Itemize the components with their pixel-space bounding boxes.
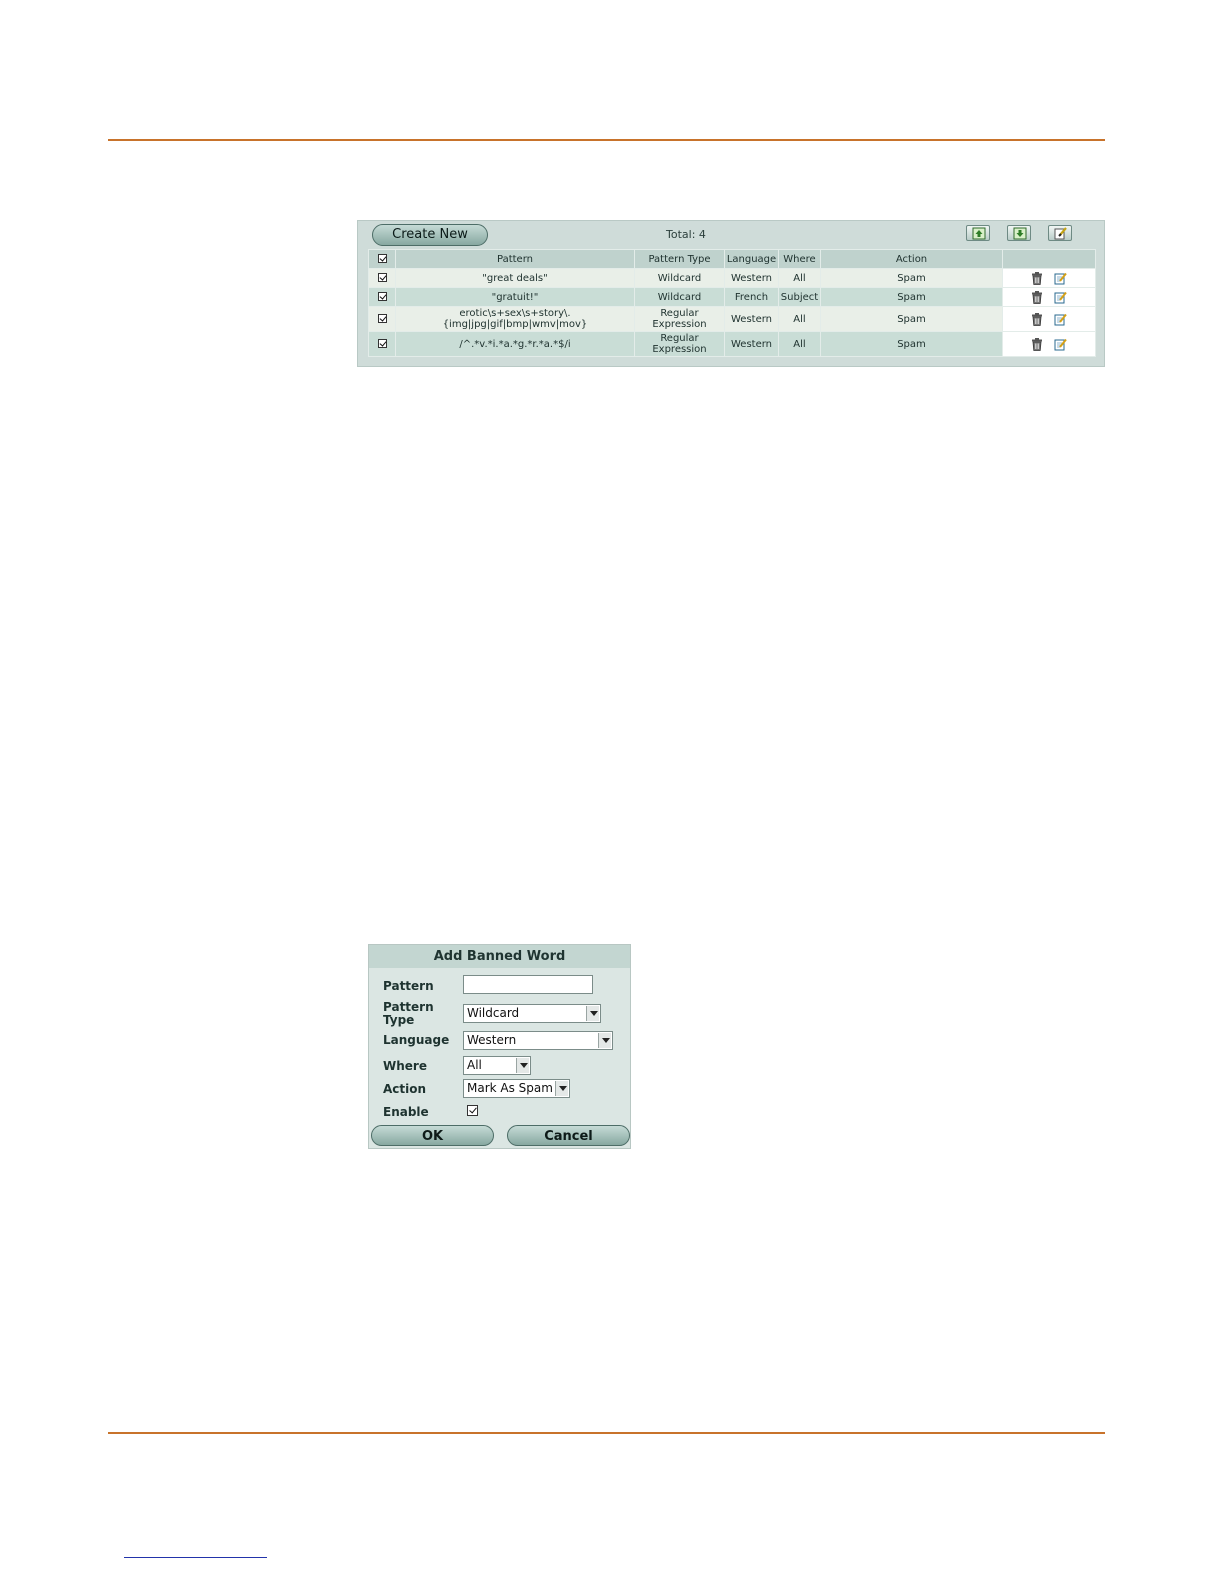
cell-pattern-type: Wildcard bbox=[634, 287, 725, 307]
row-actions bbox=[1002, 306, 1096, 332]
table-row: erotic\s+sex\s+story\. {img|jpg|gif|bmp|w… bbox=[368, 306, 1096, 332]
table-header-row: Pattern Pattern Type Language Where Acti… bbox=[368, 249, 1096, 269]
edit-icon[interactable] bbox=[1054, 338, 1067, 351]
cancel-button[interactable]: Cancel bbox=[507, 1125, 630, 1146]
footer-link-underline[interactable] bbox=[124, 1557, 267, 1558]
row-actions bbox=[1002, 268, 1096, 288]
delete-icon[interactable] bbox=[1031, 312, 1043, 326]
cell-pattern: "gratuit!" bbox=[395, 287, 635, 307]
language-value: Western bbox=[467, 1033, 517, 1047]
list-toolbar: Create New Total: 4 bbox=[358, 221, 1104, 249]
cell-pattern: erotic\s+sex\s+story\. {img|jpg|gif|bmp|w… bbox=[395, 306, 635, 332]
column-header-actions bbox=[1002, 249, 1096, 269]
where-select[interactable]: All bbox=[463, 1056, 531, 1075]
edit-icon[interactable] bbox=[1054, 291, 1067, 304]
cell-pattern-type: Regular Expression bbox=[634, 306, 725, 332]
row-actions bbox=[1002, 331, 1096, 357]
ok-button[interactable]: OK bbox=[371, 1125, 494, 1146]
action-value: Mark As Spam bbox=[467, 1081, 553, 1095]
row-checkbox[interactable] bbox=[368, 306, 396, 332]
chevron-down-icon[interactable] bbox=[598, 1033, 611, 1048]
pattern-input[interactable] bbox=[463, 975, 593, 994]
cell-where: All bbox=[778, 306, 821, 332]
cell-action: Spam bbox=[820, 268, 1003, 288]
language-label: Language bbox=[383, 1033, 450, 1047]
edit-icon[interactable] bbox=[1054, 313, 1067, 326]
cell-language: Western bbox=[724, 268, 779, 288]
cell-pattern: "great deals" bbox=[395, 268, 635, 288]
column-header-language[interactable]: Language bbox=[724, 249, 779, 269]
chevron-down-icon[interactable] bbox=[555, 1081, 568, 1096]
create-new-button[interactable]: Create New bbox=[372, 224, 488, 246]
table-row: "great deals" Wildcard Western All Spam bbox=[368, 268, 1096, 288]
where-value: All bbox=[467, 1058, 482, 1072]
footer-rule bbox=[108, 1432, 1105, 1434]
cell-where: Subject bbox=[778, 287, 821, 307]
add-banned-word-dialog: Add Banned Word Pattern Pattern Type Wild… bbox=[368, 944, 631, 1149]
row-actions bbox=[1002, 287, 1096, 307]
cell-language: Western bbox=[724, 331, 779, 357]
cell-pattern-type: Wildcard bbox=[634, 268, 725, 288]
row-checkbox[interactable] bbox=[368, 287, 396, 307]
row-checkbox[interactable] bbox=[368, 268, 396, 288]
cell-language: Western bbox=[724, 306, 779, 332]
pattern-type-select[interactable]: Wildcard bbox=[463, 1004, 601, 1023]
clear-icon[interactable] bbox=[1048, 225, 1072, 241]
total-count: Total: 4 bbox=[666, 228, 706, 241]
table-row: "gratuit!" Wildcard French Subject Spam bbox=[368, 287, 1096, 307]
delete-icon[interactable] bbox=[1031, 290, 1043, 304]
column-header-pattern[interactable]: Pattern bbox=[395, 249, 635, 269]
dialog-title: Add Banned Word bbox=[369, 945, 630, 968]
pattern-label: Pattern bbox=[383, 979, 434, 993]
cell-pattern: /^.*v.*i.*a.*g.*r.*a.*$/i bbox=[395, 331, 635, 357]
chevron-down-icon[interactable] bbox=[516, 1058, 529, 1073]
select-all-checkbox[interactable] bbox=[368, 249, 396, 269]
cell-action: Spam bbox=[820, 331, 1003, 357]
enable-label: Enable bbox=[383, 1105, 429, 1119]
language-select[interactable]: Western bbox=[463, 1031, 613, 1050]
action-select[interactable]: Mark As Spam bbox=[463, 1079, 570, 1098]
banned-word-table: Pattern Pattern Type Language Where Acti… bbox=[368, 249, 1096, 357]
action-label: Action bbox=[383, 1082, 427, 1096]
column-header-action[interactable]: Action bbox=[820, 249, 1003, 269]
column-header-pattern-type[interactable]: Pattern Type bbox=[634, 249, 725, 269]
edit-icon[interactable] bbox=[1054, 272, 1067, 285]
table-row: /^.*v.*i.*a.*g.*r.*a.*$/i Regular Express… bbox=[368, 331, 1096, 357]
where-label: Where bbox=[383, 1059, 427, 1073]
cell-pattern-type: Regular Expression bbox=[634, 331, 725, 357]
pattern-type-label: Pattern Type bbox=[383, 1000, 434, 1027]
row-checkbox[interactable] bbox=[368, 331, 396, 357]
banned-word-list-panel: Create New Total: 4 Pattern Pattern Type… bbox=[357, 220, 1105, 367]
cell-action: Spam bbox=[820, 287, 1003, 307]
cell-where: All bbox=[778, 331, 821, 357]
delete-icon[interactable] bbox=[1031, 337, 1043, 351]
delete-icon[interactable] bbox=[1031, 271, 1043, 285]
cell-action: Spam bbox=[820, 306, 1003, 332]
pattern-type-value: Wildcard bbox=[467, 1006, 520, 1020]
column-header-where[interactable]: Where bbox=[778, 249, 821, 269]
export-icon[interactable] bbox=[1007, 225, 1031, 241]
cell-where: All bbox=[778, 268, 821, 288]
cell-language: French bbox=[724, 287, 779, 307]
chevron-down-icon[interactable] bbox=[586, 1006, 599, 1021]
header-rule bbox=[108, 139, 1105, 141]
enable-checkbox[interactable] bbox=[467, 1105, 478, 1116]
import-icon[interactable] bbox=[966, 225, 990, 241]
